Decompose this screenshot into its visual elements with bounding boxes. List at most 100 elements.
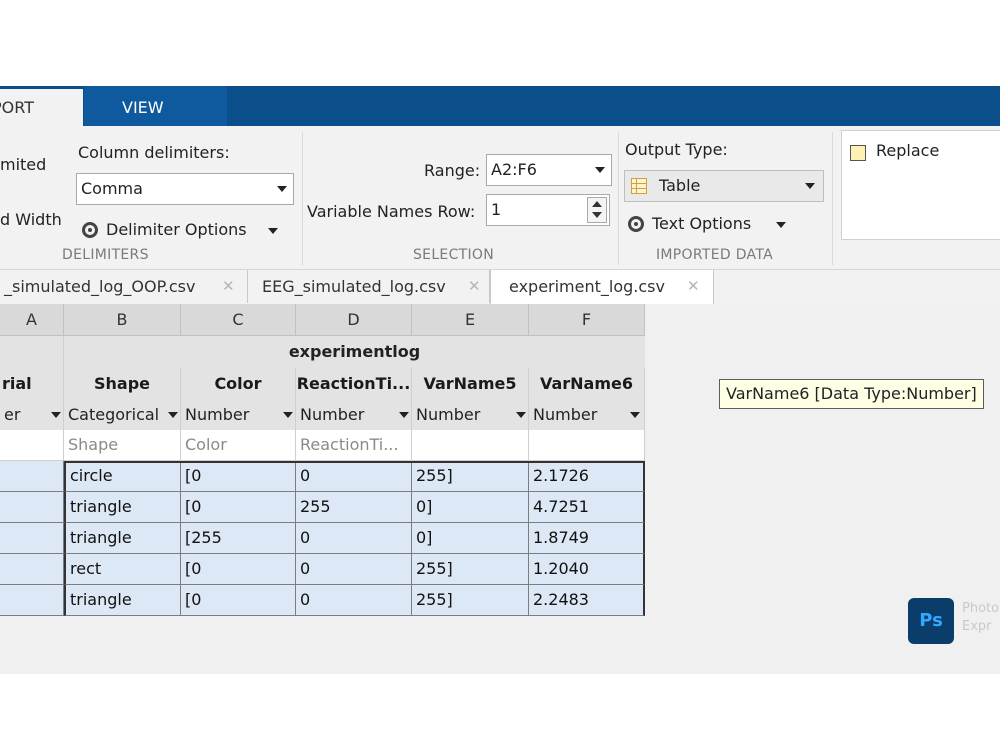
tab-view[interactable]: VIEW	[122, 89, 164, 127]
var-header[interactable]: VarName5	[412, 368, 529, 400]
table-cell[interactable]	[0, 585, 64, 616]
table-cell[interactable]: 2.1726	[529, 461, 645, 492]
table-cell[interactable]: 255]	[412, 461, 529, 492]
var-name-cell[interactable]: Shape	[64, 430, 181, 461]
delimited-option[interactable]: mited	[0, 155, 46, 174]
delimiter-value: Comma	[81, 179, 143, 198]
var-header[interactable]: Shape	[64, 368, 181, 400]
table-cell[interactable]: [0	[181, 461, 296, 492]
photoshop-express-icon: Ps	[908, 598, 954, 644]
table-cell[interactable]: 0]	[412, 523, 529, 554]
group-label-delimiters: DELIMITERS	[62, 247, 149, 263]
data-grid[interactable]: A B C D E F experimentlog rial Shape Col…	[0, 304, 645, 616]
tab-import[interactable]: PORT	[0, 89, 83, 126]
table-cell[interactable]	[0, 461, 64, 492]
range-field[interactable]: A2:F6	[486, 154, 612, 186]
table-cell[interactable]: [0	[181, 554, 296, 585]
column-header-e[interactable]: E	[412, 304, 529, 336]
close-icon[interactable]: ✕	[468, 270, 481, 303]
file-tab[interactable]: EEG_simulated_log.csv ✕	[248, 270, 490, 303]
delimiter-dropdown[interactable]: Comma	[76, 173, 294, 205]
table-cell[interactable]	[0, 523, 64, 554]
type-dropdown[interactable]: Number	[529, 400, 645, 430]
table-cell[interactable]: 0	[296, 554, 412, 585]
table-cell[interactable]: [255	[181, 523, 296, 554]
table-cell[interactable]: 255]	[412, 585, 529, 616]
table-cell[interactable]: 0]	[412, 492, 529, 523]
table-cell[interactable]: [0	[181, 585, 296, 616]
table-cell[interactable]: 255	[296, 492, 412, 523]
table-cell[interactable]: rect	[64, 554, 181, 585]
type-label: Categorical	[68, 405, 160, 424]
table-cell[interactable]: [0	[181, 492, 296, 523]
var-header[interactable]: ReactionTi...	[296, 368, 412, 400]
decrement-icon[interactable]	[592, 212, 602, 218]
type-dropdown[interactable]: er	[0, 400, 64, 430]
var-name-cell[interactable]: Color	[181, 430, 296, 461]
type-dropdown[interactable]: Number	[412, 400, 529, 430]
var-header[interactable]: VarName6	[529, 368, 645, 400]
increment-icon[interactable]	[592, 201, 602, 207]
table-cell[interactable]: triangle	[64, 585, 181, 616]
table-cell[interactable]: 255]	[412, 554, 529, 585]
varnames-row-stepper[interactable]: 1	[486, 194, 610, 226]
file-tab-label: EEG_simulated_log.csv	[262, 277, 446, 296]
close-icon[interactable]: ✕	[222, 270, 235, 303]
table-cell[interactable]: triangle	[64, 523, 181, 554]
chevron-down-icon	[399, 412, 409, 418]
selected-data-region: circle [0 0 255] 2.1726 triangle [0 255 …	[0, 461, 645, 616]
table-cell[interactable]: 1.8749	[529, 523, 645, 554]
var-header[interactable]: rial	[0, 368, 64, 400]
ps-text-line1: Photo	[962, 601, 1000, 616]
table-cell[interactable]: 1.2040	[529, 554, 645, 585]
output-type-value: Table	[659, 176, 701, 195]
type-label: er	[4, 405, 21, 424]
gear-icon	[628, 216, 644, 232]
chevron-down-icon	[630, 412, 640, 418]
type-label: Number	[533, 405, 598, 424]
file-tab-active[interactable]: experiment_log.csv ✕	[490, 270, 714, 305]
replace-checkbox[interactable]	[850, 145, 866, 161]
table-cell[interactable]: 0	[296, 585, 412, 616]
table-cell[interactable]: circle	[64, 461, 181, 492]
var-name-cell[interactable]: ReactionTi...	[296, 430, 412, 461]
file-tab[interactable]: _simulated_log_OOP.csv ✕	[0, 270, 248, 303]
table-cell[interactable]: triangle	[64, 492, 181, 523]
var-name-cell[interactable]	[412, 430, 529, 461]
replace-label: Replace	[876, 141, 940, 160]
column-header-f[interactable]: F	[529, 304, 645, 336]
table-name[interactable]: experimentlog	[64, 336, 645, 368]
range-value: A2:F6	[491, 160, 537, 179]
var-name-cell[interactable]	[0, 430, 64, 461]
ps-badge-label: Ps	[919, 610, 943, 631]
chevron-down-icon[interactable]	[268, 228, 278, 234]
table-cell[interactable]: 0	[296, 523, 412, 554]
unimportable-cells-panel: Replace	[841, 130, 1000, 240]
column-header-d[interactable]: D	[296, 304, 412, 336]
stepper-buttons[interactable]	[587, 197, 607, 223]
close-icon[interactable]: ✕	[687, 270, 700, 303]
column-header-b[interactable]: B	[64, 304, 181, 336]
group-divider	[832, 132, 833, 265]
fixed-width-option[interactable]: d Width	[0, 210, 62, 229]
chevron-down-icon[interactable]	[776, 222, 786, 228]
var-name-cell[interactable]	[529, 430, 645, 461]
type-dropdown[interactable]: Number	[181, 400, 296, 430]
chevron-down-icon	[516, 412, 526, 418]
var-header[interactable]: Color	[181, 368, 296, 400]
column-header-a[interactable]: A	[0, 304, 64, 336]
table-cell[interactable]: 4.7251	[529, 492, 645, 523]
table-cell[interactable]: 0	[296, 461, 412, 492]
output-type-dropdown[interactable]: Table	[624, 170, 824, 202]
range-label: Range:	[424, 161, 481, 180]
text-options-button[interactable]: Text Options	[652, 214, 751, 233]
type-dropdown[interactable]: Number	[296, 400, 412, 430]
output-type-label: Output Type:	[625, 140, 728, 159]
table-cell[interactable]	[0, 492, 64, 523]
column-header-c[interactable]: C	[181, 304, 296, 336]
type-dropdown[interactable]: Categorical	[64, 400, 181, 430]
delimiter-options-button[interactable]: Delimiter Options	[106, 220, 247, 239]
table-cell[interactable]	[0, 554, 64, 585]
table-cell[interactable]: 2.2483	[529, 585, 645, 616]
ribbon-panel: mited d Width Column delimiters: Comma D…	[0, 126, 1000, 270]
